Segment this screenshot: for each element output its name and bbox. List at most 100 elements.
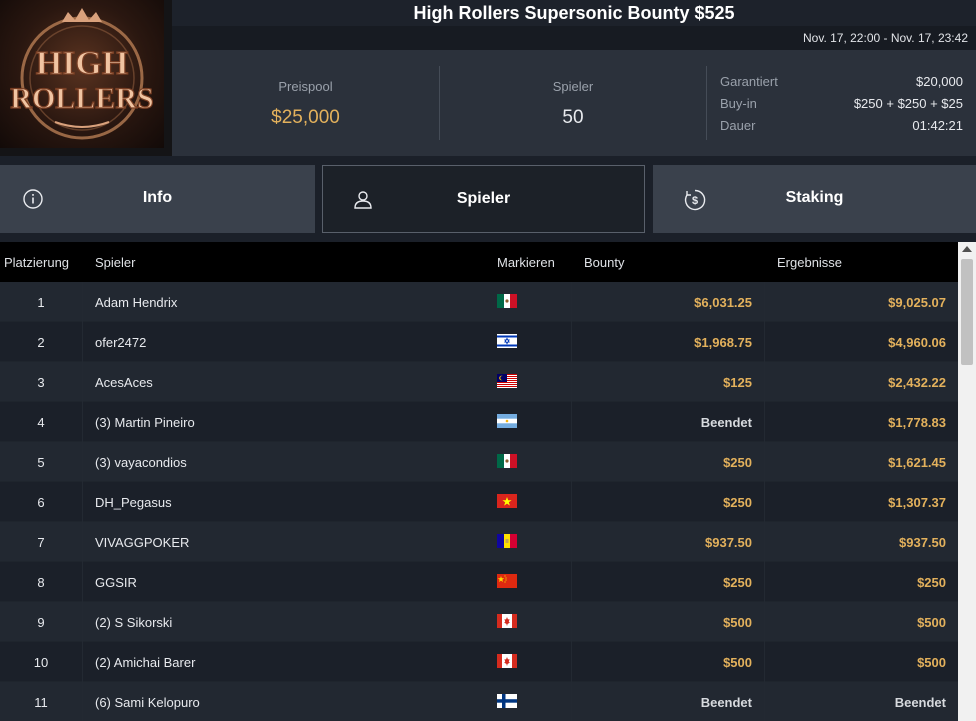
canada-flag-icon	[497, 654, 517, 668]
duration-value: 01:42:21	[912, 118, 963, 133]
row-player-name[interactable]: GGSIR	[95, 575, 137, 590]
andorra-flag-icon	[497, 534, 517, 548]
stats-panel: Preispool $25,000 Spieler 50 Garantiert …	[172, 50, 976, 156]
row-bounty: Beendet	[700, 415, 752, 430]
column-divider	[764, 642, 765, 682]
guaranteed-label: Garantiert	[720, 74, 778, 89]
header-bounty[interactable]: Bounty	[584, 255, 624, 270]
column-divider	[82, 522, 83, 562]
logo-text-rollers: ROLLERS	[10, 82, 153, 115]
row-player-name[interactable]: DH_Pegasus	[95, 495, 172, 510]
mexico-flag-icon	[497, 294, 517, 308]
buyin-label: Buy-in	[720, 96, 757, 111]
finland-flag-icon	[497, 694, 517, 708]
column-divider	[571, 642, 572, 682]
header-results[interactable]: Ergebnisse	[777, 255, 842, 270]
row-result: Beendet	[894, 695, 946, 710]
players-table: Platzierung Spieler Markieren Bounty Erg…	[0, 242, 958, 721]
column-divider	[764, 562, 765, 602]
canada-flag-icon	[497, 614, 517, 628]
column-divider	[571, 522, 572, 562]
column-divider	[571, 682, 572, 721]
column-divider	[764, 682, 765, 721]
row-player-name[interactable]: (3) vayacondios	[95, 455, 187, 470]
table-row[interactable]: 2 ofer2472 $1,968.75 $4,960.06	[0, 322, 958, 362]
row-player-name[interactable]: (3) Martin Pineiro	[95, 415, 195, 430]
china-flag-icon	[497, 574, 517, 588]
date-range: Nov. 17, 22:00 - Nov. 17, 23:42	[803, 31, 968, 45]
buyin-value: $250 + $250 + $25	[853, 96, 963, 111]
malaysia-flag-icon	[497, 374, 517, 388]
row-result: $4,960.06	[888, 335, 946, 350]
row-bounty: Beendet	[700, 695, 752, 710]
row-bounty: $6,031.25	[694, 295, 752, 310]
row-bounty: $500	[723, 615, 752, 630]
column-divider	[764, 482, 765, 522]
row-place: 2	[37, 335, 45, 350]
mexico-flag-icon	[497, 454, 517, 468]
date-bar: Nov. 17, 22:00 - Nov. 17, 23:42	[172, 26, 976, 50]
prizepool-value: $25,000	[271, 107, 340, 128]
row-player-name[interactable]: (2) Amichai Barer	[95, 655, 195, 670]
scroll-thumb[interactable]	[961, 259, 973, 365]
vietnam-flag-icon	[497, 494, 517, 508]
column-divider	[571, 322, 572, 362]
duration-label: Dauer	[720, 118, 756, 133]
table-row[interactable]: 4 (3) Martin Pineiro Beendet $1,778.83	[0, 402, 958, 442]
row-result: $1,621.45	[888, 455, 946, 470]
scroll-up-arrow-icon[interactable]	[962, 246, 972, 252]
row-place: 7	[37, 535, 45, 550]
table-row[interactable]: 1 Adam Hendrix $6,031.25 $9,025.07	[0, 282, 958, 322]
israel-flag-icon	[497, 334, 517, 348]
row-place: 6	[37, 495, 45, 510]
column-divider	[764, 442, 765, 482]
table-row[interactable]: 7 VIVAGGPOKER $937.50 $937.50	[0, 522, 958, 562]
column-divider	[764, 322, 765, 362]
column-divider	[82, 282, 83, 322]
table-row[interactable]: 10 (2) Amichai Barer $500 $500	[0, 642, 958, 682]
column-divider	[82, 682, 83, 721]
table-row[interactable]: 3 AcesAces $125 $2,432.22	[0, 362, 958, 402]
row-player-name[interactable]: VIVAGGPOKER	[95, 535, 189, 550]
column-divider	[82, 402, 83, 442]
row-result: $1,778.83	[888, 415, 946, 430]
players-label: Spieler	[552, 79, 594, 94]
table-row[interactable]: 11 (6) Sami Kelopuro Beendet Beendet	[0, 682, 958, 721]
row-player-name[interactable]: ofer2472	[95, 335, 146, 350]
header-mark[interactable]: Markieren	[497, 255, 555, 270]
tab-spieler-label: Spieler	[456, 190, 511, 207]
row-place: 8	[37, 575, 45, 590]
column-divider	[571, 482, 572, 522]
table-row[interactable]: 6 DH_Pegasus $250 $1,307.37	[0, 482, 958, 522]
table-row[interactable]: 5 (3) vayacondios $250 $1,621.45	[0, 442, 958, 482]
row-bounty: $937.50	[705, 535, 752, 550]
row-player-name[interactable]: Adam Hendrix	[95, 295, 177, 310]
tab-spieler[interactable]: Spieler	[322, 165, 645, 233]
row-result: $1,307.37	[888, 495, 946, 510]
row-bounty: $250	[723, 575, 752, 590]
table-row[interactable]: 8 GGSIR $250 $250	[0, 562, 958, 602]
column-divider	[82, 362, 83, 402]
tab-staking[interactable]: $ Staking	[653, 165, 976, 233]
row-place: 9	[37, 615, 45, 630]
table-row[interactable]: 9 (2) S Sikorski $500 $500	[0, 602, 958, 642]
row-result: $937.50	[899, 535, 946, 550]
header-place[interactable]: Platzierung	[4, 255, 69, 270]
row-place: 11	[34, 695, 48, 710]
column-divider	[764, 362, 765, 402]
row-player-name[interactable]: AcesAces	[95, 375, 153, 390]
prizepool-label: Preispool	[278, 79, 333, 94]
row-bounty: $250	[723, 495, 752, 510]
tab-info[interactable]: Info	[0, 165, 315, 233]
header-player[interactable]: Spieler	[95, 255, 135, 270]
row-player-name[interactable]: (2) S Sikorski	[95, 615, 172, 630]
row-place: 5	[37, 455, 45, 470]
table-scrollbar[interactable]	[958, 242, 976, 721]
column-divider	[764, 402, 765, 442]
column-divider	[571, 602, 572, 642]
row-player-name[interactable]: (6) Sami Kelopuro	[95, 695, 200, 710]
logo-text-high: HIGH	[36, 45, 129, 82]
column-divider	[82, 642, 83, 682]
row-result: $500	[917, 655, 946, 670]
row-place: 10	[33, 655, 49, 670]
